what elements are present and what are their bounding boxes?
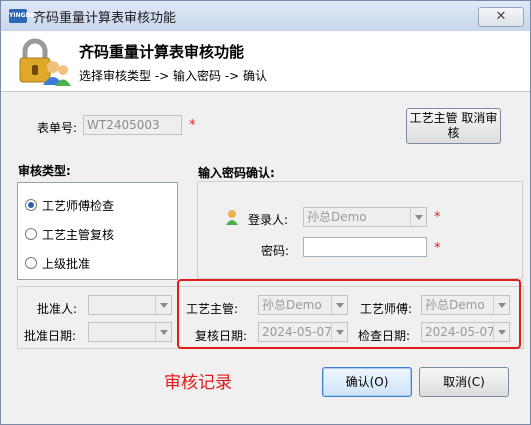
required-mark: * (434, 210, 441, 225)
cancel-supervisor-review-button[interactable]: 工艺主管 取消审核 (406, 108, 501, 144)
password-label: 密码: (261, 244, 290, 258)
header-title: 齐码重量计算表审核功能 (79, 43, 245, 61)
header-subtitle: 选择审核类型 -> 输入密码 -> 确认 (79, 69, 268, 83)
confirm-button[interactable]: 确认(O) (322, 367, 412, 397)
window-title: 齐码重量计算表审核功能 (33, 11, 177, 26)
close-button[interactable]: ✕ (478, 7, 524, 27)
radio-supervisor-review[interactable] (25, 228, 37, 240)
order-number-field: WT2405003 (83, 115, 182, 135)
app-logo-icon: YINGDE (9, 9, 35, 23)
required-mark: * (189, 118, 196, 133)
approver-label: 批准人: (37, 302, 78, 316)
required-mark: * (434, 241, 441, 256)
login-user-label: 登录人: (248, 213, 289, 227)
chevron-down-icon[interactable] (410, 208, 426, 226)
password-confirm-label: 输入密码确认: (198, 166, 275, 180)
password-input[interactable] (303, 237, 427, 257)
dialog-header: 齐码重量计算表审核功能 选择审核类型 -> 输入密码 -> 确认 (1, 31, 530, 92)
login-user-select[interactable]: 孙总Demo (303, 207, 427, 227)
approve-date-label: 批准日期: (24, 329, 77, 343)
audit-type-label: 审核类型: (18, 164, 71, 178)
chevron-down-icon[interactable] (155, 296, 171, 314)
audit-dialog: YINGDE 齐码重量计算表审核功能 ✕ 齐码重量计算表审核功能 选择审核类型 … (0, 0, 531, 425)
title-bar: YINGDE 齐码重量计算表审核功能 ✕ (1, 1, 530, 31)
radio-superior-approval[interactable] (25, 257, 37, 269)
cancel-button[interactable]: 取消(C) (419, 367, 509, 397)
radio-craftsman-check-label[interactable]: 工艺师傅检查 (42, 197, 114, 214)
order-number-label: 表单号: (37, 121, 78, 135)
approver-select[interactable] (88, 295, 172, 315)
radio-craftsman-check[interactable] (25, 199, 37, 211)
user-icon (226, 210, 238, 225)
login-user-value: 孙总Demo (307, 210, 367, 224)
chevron-down-icon[interactable] (155, 323, 171, 341)
password-groupbox (197, 181, 523, 279)
radio-supervisor-review-label[interactable]: 工艺主管复核 (42, 226, 114, 243)
audit-type-radio-group: 工艺师傅检查 工艺主管复核 上级批准 (17, 182, 178, 280)
highlight-box (177, 279, 521, 349)
radio-superior-approval-label[interactable]: 上级批准 (42, 255, 90, 272)
approve-date-select[interactable] (88, 322, 172, 342)
audit-record-annotation: 审核记录 (164, 373, 232, 393)
lock-users-icon (19, 38, 71, 86)
